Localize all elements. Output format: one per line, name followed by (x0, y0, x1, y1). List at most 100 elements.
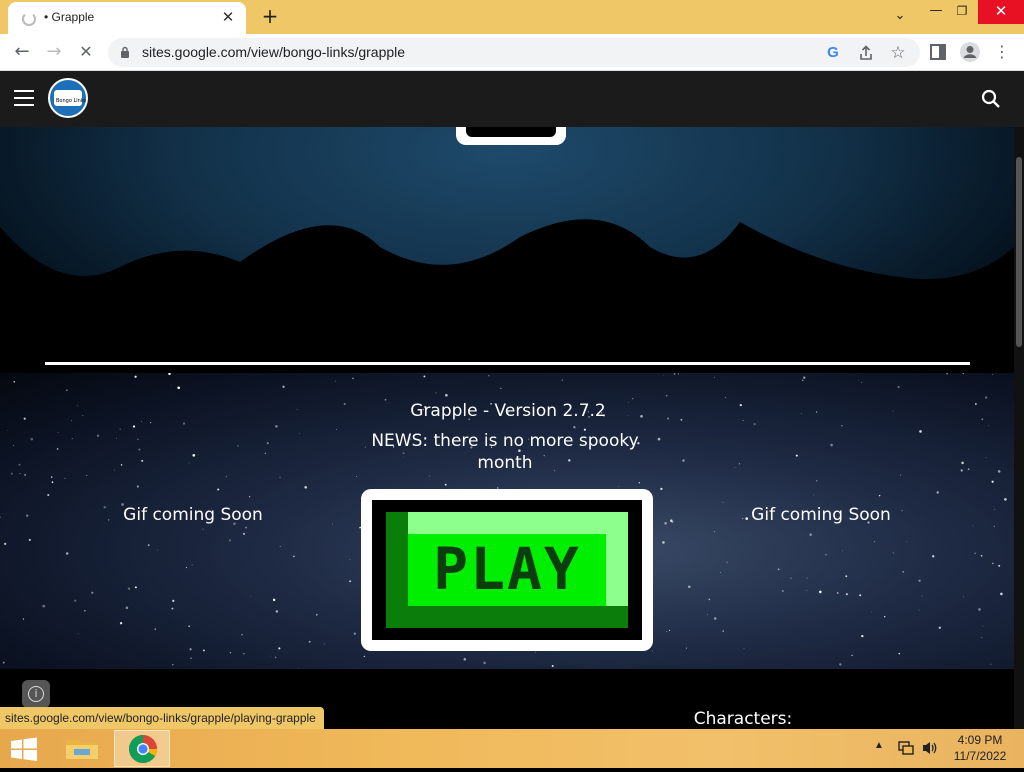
browser-menu-icon[interactable]: ⋮ (990, 40, 1014, 64)
lock-icon (121, 46, 129, 58)
star (120, 464, 123, 466)
tray-overflow-chevron-icon[interactable]: ▲ (874, 740, 884, 751)
star (919, 430, 922, 433)
star (172, 599, 175, 603)
clock-date[interactable]: 11/7/2022 (945, 749, 1015, 763)
site-logo[interactable]: Bongo Links (48, 78, 88, 118)
share-icon[interactable] (855, 42, 877, 64)
star (243, 653, 245, 655)
star (743, 648, 745, 650)
star (56, 448, 59, 450)
star (845, 593, 848, 596)
star (961, 461, 964, 465)
star (192, 453, 196, 457)
browser-toolbar: ← → ✕ sites.google.com/view/bongo-links/… (0, 34, 1024, 71)
star (137, 438, 139, 441)
star (463, 658, 467, 661)
clock-time[interactable]: 4:09 PM (945, 733, 1015, 747)
star (57, 431, 59, 433)
gif-placeholder-right: Gif coming Soon (751, 505, 891, 525)
search-icon[interactable] (980, 88, 1002, 110)
hamburger-menu-icon[interactable] (14, 90, 34, 106)
back-button[interactable]: ← (10, 40, 34, 64)
page-scrollbar[interactable] (1014, 127, 1024, 729)
star (428, 475, 430, 477)
google-lens-icon[interactable]: G (822, 42, 844, 64)
characters-heading: Characters: (693, 709, 793, 729)
forward-button[interactable]: → (42, 40, 66, 64)
star (349, 580, 352, 583)
star (806, 590, 808, 592)
tab-title: • Grapple (44, 10, 95, 24)
star (423, 375, 426, 378)
star (936, 491, 939, 494)
star (960, 469, 963, 472)
star (488, 375, 490, 377)
scrollbar-thumb[interactable] (1016, 157, 1022, 347)
restore-button[interactable]: ❐ (946, 0, 978, 24)
star (270, 655, 271, 657)
star (652, 650, 653, 652)
star (845, 575, 848, 578)
star (680, 418, 683, 421)
star (777, 568, 780, 571)
star (997, 470, 1001, 473)
stop-loading-button[interactable]: ✕ (74, 40, 98, 64)
star (795, 454, 798, 457)
star (141, 459, 144, 462)
close-tab-icon[interactable]: ✕ (218, 7, 238, 27)
star (981, 418, 984, 421)
gif-placeholder-left: Gif coming Soon (123, 505, 263, 525)
star (738, 463, 741, 465)
star (91, 591, 94, 594)
volume-icon[interactable] (921, 740, 939, 756)
star (991, 480, 994, 483)
star (713, 531, 715, 533)
tab-search-chevron-icon[interactable]: ⌄ (884, 5, 916, 29)
star (51, 476, 53, 478)
star (906, 540, 908, 542)
browser-tab[interactable]: • Grapple ✕ (8, 2, 246, 34)
star (182, 422, 186, 425)
star (349, 559, 351, 560)
link-status-bar: sites.google.com/view/bongo-links/grappl… (0, 707, 324, 729)
star (74, 599, 77, 602)
chrome-taskbar-button[interactable] (114, 730, 170, 767)
side-panel-icon[interactable] (926, 40, 950, 64)
star (781, 589, 784, 593)
star (296, 409, 298, 411)
site-info-button[interactable]: i (22, 680, 50, 708)
star (809, 533, 812, 536)
star (66, 389, 68, 391)
star (315, 613, 318, 616)
star (6, 430, 8, 431)
star (734, 467, 736, 469)
star (713, 617, 717, 620)
star (147, 544, 150, 546)
star (932, 555, 935, 558)
address-bar[interactable]: sites.google.com/view/bongo-links/grappl… (108, 38, 920, 67)
network-icon[interactable] (897, 740, 915, 756)
star (981, 636, 983, 639)
star (177, 386, 181, 390)
star (185, 567, 188, 569)
star (883, 615, 886, 618)
file-explorer-taskbar-button[interactable] (54, 730, 110, 767)
chrome-icon (129, 735, 157, 763)
star (801, 379, 804, 382)
play-button-label[interactable]: PLAY (408, 534, 606, 606)
star (871, 611, 873, 613)
new-tab-button[interactable]: + (258, 4, 282, 28)
profile-avatar-icon[interactable] (958, 40, 982, 64)
close-window-button[interactable]: ✕ (978, 0, 1024, 24)
star (308, 640, 311, 643)
star (13, 381, 15, 383)
windows-start-icon[interactable] (10, 737, 38, 761)
star (878, 494, 881, 497)
star (363, 655, 366, 658)
bookmark-star-icon[interactable]: ☆ (887, 42, 909, 64)
star (228, 539, 231, 542)
star (332, 523, 333, 525)
star (0, 516, 1, 518)
star (237, 445, 239, 447)
